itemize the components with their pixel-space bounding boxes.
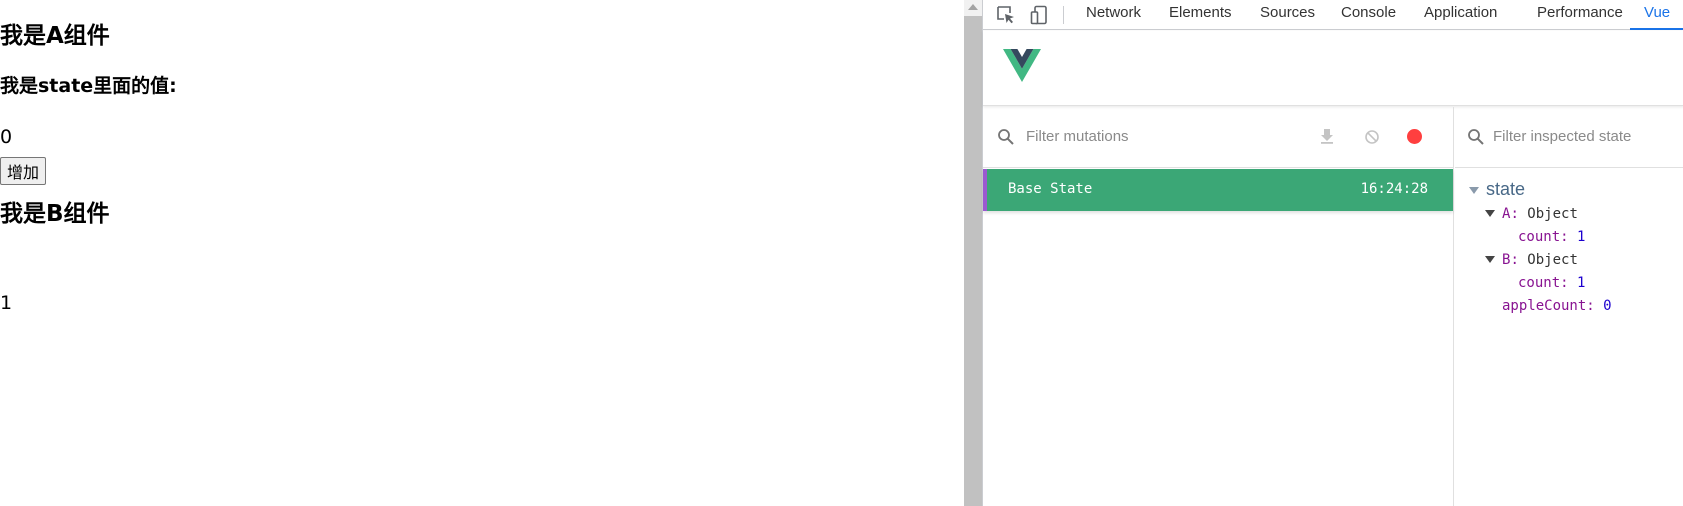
state-node-apple-count: appleCount: 0 xyxy=(1502,298,1612,314)
scrollbar-thumb[interactable] xyxy=(964,16,982,506)
state-filter-bar: Filter inspected state xyxy=(1455,107,1683,168)
expand-triangle-icon[interactable] xyxy=(1485,256,1495,263)
tab-application[interactable]: Application xyxy=(1424,0,1497,30)
inspect-element-icon[interactable] xyxy=(996,5,1016,25)
state-node-a-count: count: 1 xyxy=(1518,229,1586,245)
state-filter-input[interactable]: Filter inspected state xyxy=(1493,128,1631,145)
clear-icon[interactable] xyxy=(1363,128,1381,146)
toolbar-divider xyxy=(1063,6,1064,24)
export-icon[interactable] xyxy=(1318,127,1336,145)
state-node-a[interactable]: A: Object xyxy=(1485,206,1578,222)
state-label: 我是state里面的值: xyxy=(0,75,177,97)
mutations-pane: Filter mutations Base State 16:24:28 xyxy=(983,107,1454,506)
component-b-value: 1 xyxy=(0,292,13,314)
component-a-value: 0 xyxy=(0,126,13,148)
base-state-label: Base State xyxy=(1008,181,1093,197)
devtools-panel: Network Elements Sources Console Applica… xyxy=(982,0,1683,506)
record-icon[interactable] xyxy=(1407,129,1422,144)
tab-console[interactable]: Console xyxy=(1341,0,1396,30)
component-b-title: 我是B组件 xyxy=(0,201,110,227)
mutations-filter-bar: Filter mutations xyxy=(983,107,1453,168)
mutations-filter-input[interactable]: Filter mutations xyxy=(1026,128,1129,145)
active-tab-indicator xyxy=(1630,28,1683,30)
tab-network[interactable]: Network xyxy=(1086,0,1141,30)
state-root-node[interactable]: state xyxy=(1469,179,1525,200)
expand-triangle-icon[interactable] xyxy=(1469,187,1479,194)
vue-devtools-header xyxy=(983,31,1683,106)
component-a-title: 我是A组件 xyxy=(0,23,110,49)
state-node-b[interactable]: B: Object xyxy=(1485,252,1578,268)
state-inspector-pane: Filter inspected state state A: Object c… xyxy=(1455,107,1683,506)
base-state-row[interactable]: Base State 16:24:28 xyxy=(983,169,1453,211)
base-state-time: 16:24:28 xyxy=(1360,181,1428,197)
vue-logo-icon xyxy=(1003,49,1041,82)
add-button[interactable]: 增加 xyxy=(0,157,47,185)
tab-vue[interactable]: Vue xyxy=(1630,0,1683,30)
search-icon xyxy=(1468,129,1484,145)
tab-elements[interactable]: Elements xyxy=(1169,0,1232,30)
tab-sources[interactable]: Sources xyxy=(1260,0,1315,30)
expand-triangle-icon[interactable] xyxy=(1485,210,1495,217)
state-node-b-count: count: 1 xyxy=(1518,275,1586,291)
app-page: 我是A组件 我是state里面的值: 0 增加 我是B组件 1 xyxy=(0,0,964,506)
tab-performance[interactable]: Performance xyxy=(1537,0,1623,30)
search-icon xyxy=(998,129,1014,145)
devtools-toolbar: Network Elements Sources Console Applica… xyxy=(983,0,1683,30)
device-toolbar-icon[interactable] xyxy=(1030,5,1050,25)
scroll-up-icon[interactable] xyxy=(968,4,978,10)
page-scrollbar[interactable] xyxy=(964,0,982,506)
